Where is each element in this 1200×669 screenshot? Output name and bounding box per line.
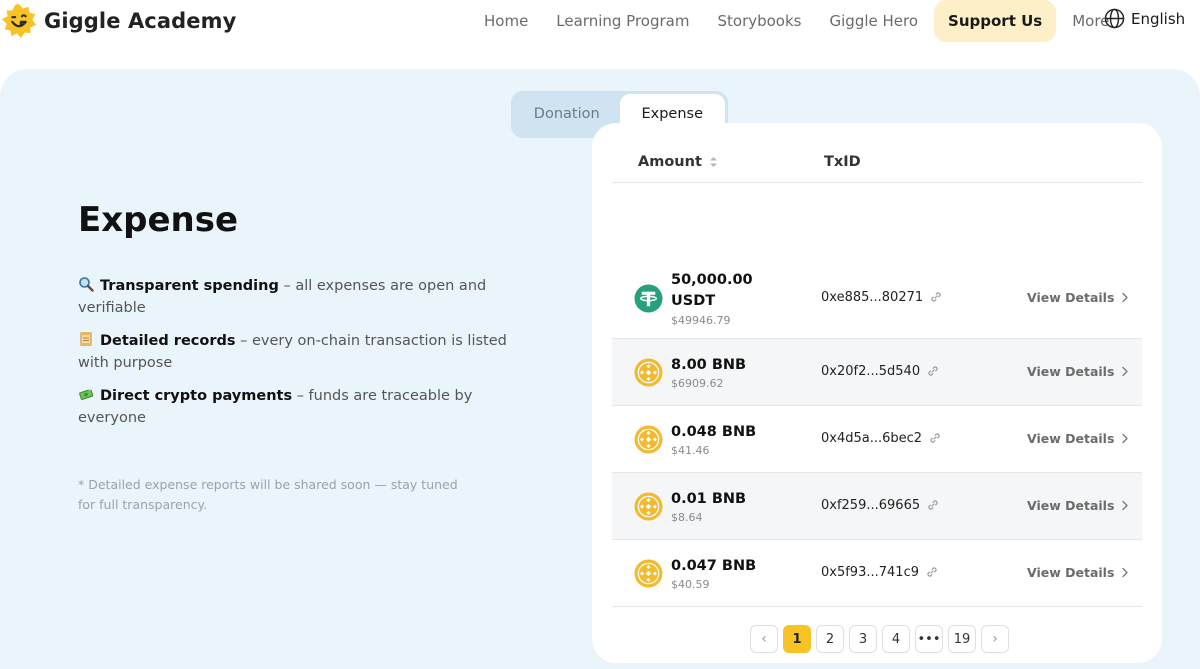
nav-learning-program[interactable]: Learning Program [542, 0, 703, 42]
view-details-button[interactable]: View Details [1027, 290, 1129, 305]
magnifying-glass-icon [79, 277, 94, 292]
txid-column-header: TxID [824, 154, 861, 170]
sort-icon [709, 157, 717, 167]
txid-value: 0xf259...69665 [821, 497, 921, 513]
brand-name: Giggle Academy [44, 9, 237, 33]
view-details-label: View Details [1027, 497, 1115, 513]
usd-value: $40.59 [671, 577, 710, 591]
nav-support-us[interactable]: Support Us [934, 0, 1057, 42]
amount-header-label: Amount [638, 154, 702, 170]
table-row: 8.00 BNB $6909.62 0x20f2...5d540 View Detai… [612, 339, 1142, 406]
link-icon [928, 500, 938, 510]
usd-value: $49946.79 [671, 313, 731, 327]
usd-value: $6909.62 [671, 376, 724, 390]
language-selector[interactable]: English [1104, 8, 1185, 29]
view-details-label: View Details [1027, 289, 1115, 305]
view-details-label: View Details [1027, 363, 1115, 379]
expense-intro: Expense Transparent spending – all expen… [78, 200, 538, 515]
table-row: 0.048 BNB $41.46 0x4d5a...6bec2 View Detail… [612, 406, 1142, 473]
txid-link[interactable]: 0x4d5a...6bec2 [821, 431, 941, 446]
chevron-right-icon [1122, 567, 1129, 577]
giggle-logo-icon [1, 3, 37, 39]
amount-value: 0.048 BNB [671, 423, 757, 440]
link-icon [931, 292, 941, 302]
bnb-coin-icon [634, 492, 663, 521]
top-header: Giggle Academy Home Learning Program Sto… [0, 0, 1200, 44]
expense-report-note: * Detailed expense reports will be share… [78, 477, 458, 512]
txid-value: 0xe885...80271 [821, 289, 924, 305]
view-details-button[interactable]: View Details [1027, 431, 1129, 446]
table-header: Amount TxID [612, 151, 1142, 183]
tether-coin-icon [634, 284, 663, 313]
nav-giggle-hero[interactable]: Giggle Hero [816, 0, 933, 42]
chevron-right-icon [1122, 366, 1129, 376]
chevron-right-icon [1122, 500, 1129, 510]
view-details-button[interactable]: View Details [1027, 565, 1129, 580]
amount-column-header[interactable]: Amount [638, 154, 718, 170]
feature-title: Direct crypto payments [100, 388, 293, 404]
amount-value: 8.00 BNB [671, 356, 747, 373]
txid-link[interactable]: 0x5f93...741c9 [821, 565, 938, 580]
txid-value: 0x4d5a...6bec2 [821, 430, 923, 446]
table-row: 0.047 BNB $40.59 0x5f93...741c9 View Detail… [612, 540, 1142, 607]
txid-value: 0x5f93...741c9 [821, 564, 919, 580]
view-details-button[interactable]: View Details [1027, 498, 1129, 513]
bnb-coin-icon [634, 425, 663, 454]
language-label: English [1131, 9, 1186, 28]
txid-link[interactable]: 0xf259...69665 [821, 498, 939, 513]
brand-logo[interactable]: Giggle Academy [0, 2, 236, 40]
view-details-button[interactable]: View Details [1027, 364, 1129, 379]
feature-item: Transparent spending – all expenses are … [78, 275, 538, 319]
feature-title: Transparent spending [100, 278, 279, 294]
chevron-right-icon [1122, 433, 1129, 443]
amount-value: 0.047 BNB [671, 557, 757, 574]
table-row: 50,000.00 USDT $49946.79 0xe885...80271 View… [612, 258, 1142, 339]
table-row: 0.01 BNB $8.64 0xf259...69665 View Details [612, 473, 1142, 540]
bnb-coin-icon [634, 559, 663, 588]
txid-link[interactable]: 0xe885...80271 [821, 290, 942, 305]
link-icon [927, 567, 937, 577]
view-details-label: View Details [1027, 564, 1115, 580]
feature-item: Detailed records – every on-chain transa… [78, 330, 538, 374]
feature-item: Direct crypto payments – funds are trace… [78, 385, 538, 429]
globe-icon [1104, 8, 1125, 29]
link-icon [930, 433, 940, 443]
row-divider [612, 606, 1142, 607]
feature-list: Transparent spending – all expenses are … [78, 275, 538, 429]
main-nav: Home Learning Program Storybooks Giggle … [470, 0, 1123, 42]
nav-storybooks[interactable]: Storybooks [703, 0, 815, 42]
view-details-label: View Details [1027, 430, 1115, 446]
amount-value: 0.01 BNB [671, 490, 747, 507]
scroll-icon [80, 332, 92, 346]
money-with-wings-icon [79, 388, 94, 400]
amount-value: 50,000.00 USDT [671, 271, 753, 309]
txid-link[interactable]: 0x20f2...5d540 [821, 364, 939, 379]
nav-home[interactable]: Home [470, 0, 542, 42]
link-icon [928, 366, 938, 376]
chevron-right-icon [1122, 292, 1129, 302]
txid-value: 0x20f2...5d540 [821, 363, 921, 379]
usd-value: $8.64 [671, 510, 703, 524]
feature-title: Detailed records [100, 333, 236, 349]
bnb-coin-icon [634, 358, 663, 387]
usd-value: $41.46 [671, 443, 710, 457]
page-title: Expense [78, 200, 239, 240]
